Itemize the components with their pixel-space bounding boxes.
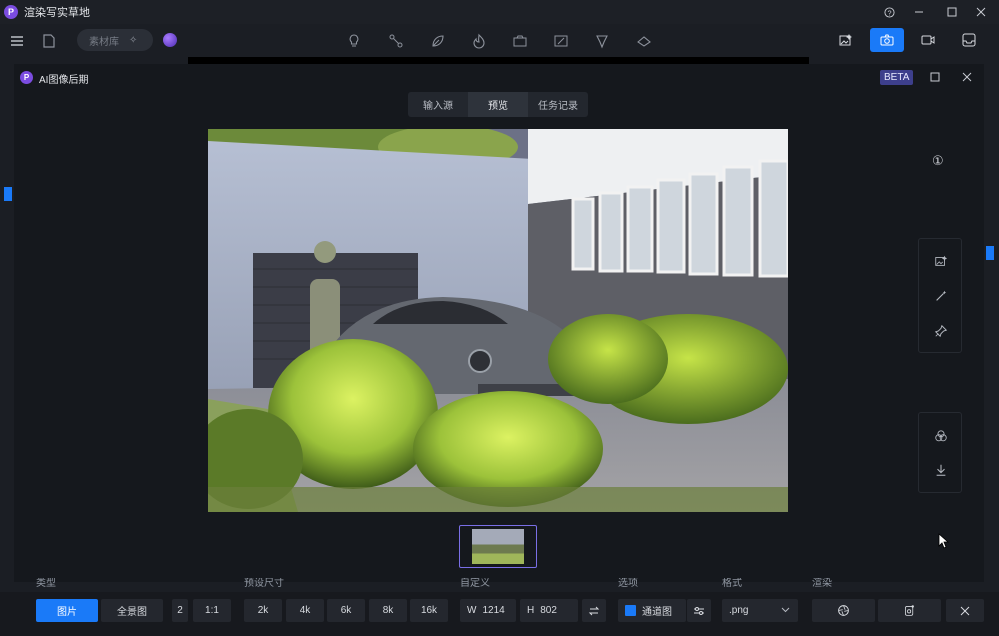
label-custom: 自定义 [460, 578, 490, 588]
image-enhance-icon[interactable] [919, 245, 963, 277]
left-background-panel [0, 64, 14, 582]
width-field[interactable]: W 1214 [460, 599, 516, 622]
checkbox-checked[interactable] [625, 605, 636, 616]
tab-preview[interactable]: 预览 [468, 92, 528, 117]
label-preset-size: 预设尺寸 [244, 578, 284, 588]
camera-tab[interactable] [870, 28, 904, 52]
main-toolbar: 素材库 ✧ [0, 24, 999, 58]
leaf-icon[interactable] [425, 28, 451, 54]
tab-input-source[interactable]: 输入源 [408, 92, 468, 117]
format-select[interactable]: .png [722, 599, 798, 622]
ai-orb-icon[interactable] [163, 33, 177, 47]
render-preview-image [208, 129, 788, 512]
image-edit-tab[interactable] [829, 28, 863, 52]
size-2k-button[interactable]: 2k [244, 599, 282, 622]
dialog-title: AI图像后期 [39, 75, 89, 86]
menu-icon[interactable] [4, 28, 30, 54]
render-settings-bar: 图片 全景图 2 1:1 2k 4k 6k 8k 16k W 1214 H 80… [0, 592, 999, 636]
maximize-button[interactable] [937, 0, 967, 24]
info-badge-icon[interactable]: ① [932, 153, 944, 169]
device-settings-icon [905, 605, 914, 616]
aperture-icon [838, 605, 849, 616]
bulb-icon[interactable] [341, 28, 367, 54]
material-library-pill[interactable]: 素材库 ✧ [77, 29, 153, 51]
render-aperture-button[interactable] [812, 599, 875, 622]
chevron-down-icon [781, 605, 790, 616]
size-8k-button[interactable]: 8k [369, 599, 407, 622]
pin-tool-icon[interactable] [919, 315, 963, 347]
channel-map-checkbox[interactable]: 通道图 [618, 599, 686, 622]
type-image-button[interactable]: 图片 [36, 599, 98, 622]
size-6k-button[interactable]: 6k [327, 599, 365, 622]
height-field[interactable]: H 802 [520, 599, 578, 622]
background-highlight [4, 187, 12, 201]
width-value: 1214 [482, 605, 505, 616]
label-options: 选项 [618, 578, 638, 588]
flame-icon[interactable] [466, 28, 492, 54]
size-4k-button[interactable]: 4k [286, 599, 324, 622]
ratio-1-1-button[interactable]: 1:1 [193, 599, 231, 622]
dialog-maximize-button[interactable] [930, 71, 940, 85]
right-background-panel [984, 64, 999, 582]
bottom-section-labels: 类型 预设尺寸 自定义 选项 格式 渲染 [0, 578, 999, 588]
material-library-label: 素材库 [89, 36, 119, 48]
progress-strip [188, 57, 809, 64]
render-settings-button[interactable] [878, 599, 941, 622]
download-icon[interactable] [919, 454, 963, 486]
sparkle-icon: ✧ [129, 34, 138, 46]
dialog-close-button[interactable] [962, 71, 972, 85]
minimize-button[interactable] [904, 0, 934, 24]
view-tabs: 输入源 预览 任务记录 [408, 92, 588, 117]
thumbnail-image [472, 529, 524, 564]
layers-icon[interactable] [631, 28, 657, 54]
cancel-render-button[interactable] [946, 599, 984, 622]
frame-icon[interactable] [548, 28, 574, 54]
dialog-logo-icon: P [20, 71, 33, 84]
ai-image-post-dialog: P AI图像后期 BETA 输入源 预览 任务记录 ① [14, 64, 984, 582]
height-value: 802 [540, 605, 557, 616]
background-highlight [986, 246, 994, 260]
size-16k-button[interactable]: 16k [410, 599, 448, 622]
title-bar: P 渲染写实草地 ? [0, 0, 999, 24]
height-label: H [527, 605, 535, 616]
label-format: 格式 [722, 578, 742, 588]
app-logo-icon: P [4, 5, 18, 19]
mouse-cursor-icon [938, 533, 950, 552]
inbox-tab[interactable] [952, 28, 986, 52]
magic-wand-icon[interactable] [919, 280, 963, 312]
path-icon[interactable] [383, 28, 409, 54]
ratio-button-partial[interactable]: 2 [172, 599, 188, 622]
video-tab[interactable] [911, 28, 945, 52]
channel-map-label: 通道图 [642, 607, 672, 618]
output-tools-panel [918, 412, 962, 493]
label-render: 渲染 [812, 578, 832, 588]
edit-tools-panel [918, 238, 962, 353]
blend-circles-icon[interactable] [919, 420, 963, 452]
dialog-header: P AI图像后期 BETA [14, 64, 984, 90]
label-type: 类型 [36, 578, 56, 588]
help-icon[interactable]: ? [874, 0, 904, 24]
beta-badge: BETA [880, 70, 914, 85]
width-label: W [467, 605, 477, 616]
tab-task-history[interactable]: 任务记录 [528, 92, 588, 117]
camera-object-icon[interactable] [507, 28, 533, 54]
file-icon[interactable] [36, 28, 62, 54]
type-panorama-button[interactable]: 全景图 [101, 599, 163, 622]
format-value: .png [729, 605, 749, 616]
render-scene-illustration [208, 129, 788, 512]
svg-text:?: ? [887, 8, 891, 17]
swap-dimensions-icon[interactable] [582, 599, 606, 622]
preview-thumbnail[interactable] [459, 525, 537, 568]
options-sliders-icon[interactable] [687, 599, 711, 622]
app-title: 渲染写实草地 [24, 7, 90, 19]
close-window-button[interactable] [966, 0, 996, 24]
brush-icon[interactable] [590, 28, 616, 54]
